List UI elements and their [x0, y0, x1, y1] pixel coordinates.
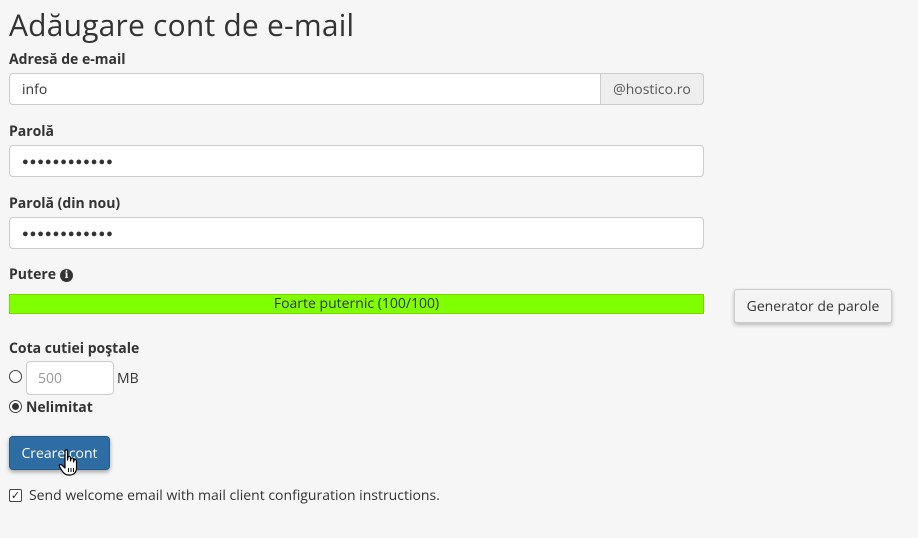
- page-title: Adăugare cont de e-mail: [9, 4, 355, 45]
- hand-cursor-icon: [58, 449, 78, 476]
- quota-placeholder: 500: [38, 368, 63, 388]
- email-input-value: info: [22, 79, 48, 99]
- quota-limited-radio[interactable]: [9, 370, 22, 383]
- strength-label: Putere: [9, 265, 56, 284]
- quota-label: Cota cutiei poştale: [9, 339, 140, 358]
- quota-unlimited-radio[interactable]: [9, 400, 22, 413]
- password-generator-button[interactable]: Generator de parole: [734, 289, 892, 323]
- password-input[interactable]: ●●●●●●●●●●●●: [9, 145, 704, 177]
- password-label: Parolă: [9, 122, 55, 141]
- password-strength-meter: Foarte puternic (100/100): [9, 294, 704, 314]
- password-repeat-input[interactable]: ●●●●●●●●●●●●: [9, 217, 704, 249]
- quota-unlimited-label[interactable]: Nelimitat: [26, 398, 93, 417]
- password-repeat-masked-value: ●●●●●●●●●●●●: [22, 225, 114, 241]
- info-icon[interactable]: i: [59, 269, 73, 282]
- password-repeat-label: Parolă (din nou): [9, 194, 121, 213]
- quota-input[interactable]: 500: [26, 361, 114, 395]
- password-masked-value: ●●●●●●●●●●●●: [22, 153, 114, 169]
- email-input[interactable]: info: [9, 73, 601, 105]
- strength-label-row: Putere i: [9, 265, 73, 284]
- email-label: Adresă de e-mail: [9, 50, 126, 69]
- quota-unit: MB: [117, 369, 139, 388]
- welcome-email-checkbox[interactable]: ✓: [9, 489, 22, 502]
- welcome-email-label[interactable]: Send welcome email with mail client conf…: [29, 486, 440, 505]
- email-domain-addon: @hostico.ro: [600, 73, 704, 105]
